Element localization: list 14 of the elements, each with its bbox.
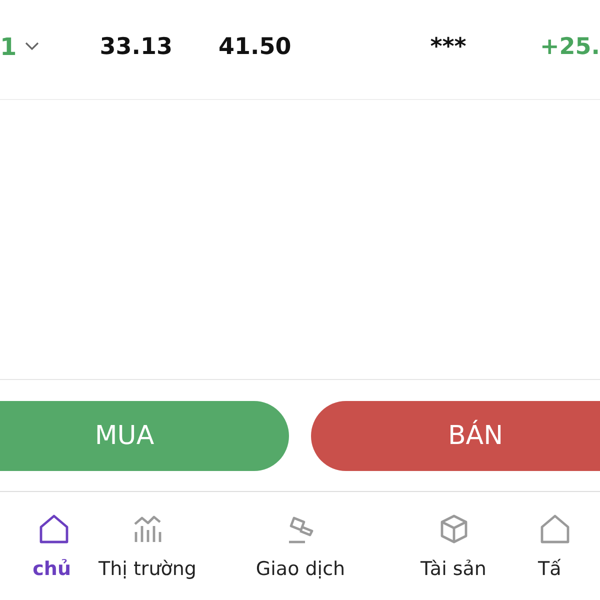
- house-icon[interactable]: [538, 512, 572, 546]
- nav-label[interactable]: Giao dịch: [256, 558, 346, 580]
- symbol-text: 1: [0, 32, 17, 60]
- ask-price: 41.50: [218, 34, 292, 60]
- nav-label[interactable]: chủ: [32, 558, 71, 580]
- masked-value: ***: [430, 34, 466, 60]
- nav-label[interactable]: Thị trường: [98, 558, 196, 580]
- change-value: +25.: [540, 34, 600, 60]
- nav-label[interactable]: Tấ: [538, 558, 562, 580]
- sell-button[interactable]: BÁN: [311, 400, 600, 470]
- nav-label[interactable]: Tài sản: [420, 558, 486, 580]
- bid-price: 33.13: [100, 34, 172, 60]
- home-icon[interactable]: [37, 512, 71, 546]
- chevron-down-icon[interactable]: [24, 42, 39, 51]
